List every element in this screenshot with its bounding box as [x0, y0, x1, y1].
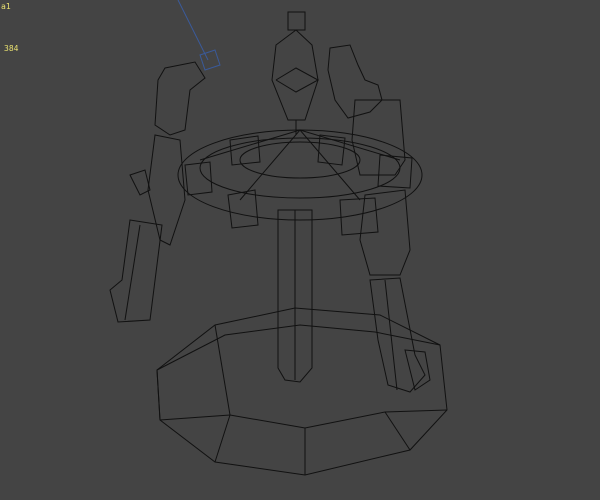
top-ornament: [271, 11, 320, 135]
wireframe-model[interactable]: [0, 0, 600, 500]
pole: [277, 209, 313, 383]
left-arm: [109, 61, 206, 323]
3d-viewport[interactable]: a1 384: [0, 0, 600, 500]
gizmo: [177, 0, 221, 71]
base: [156, 307, 448, 476]
